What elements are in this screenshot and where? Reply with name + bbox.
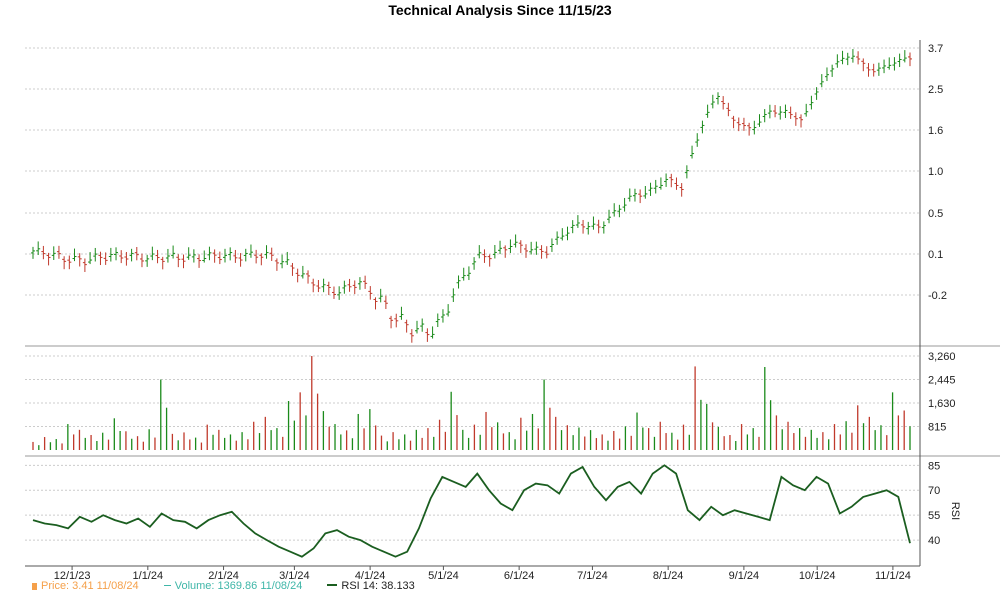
volume-swatch-icon <box>163 585 171 586</box>
rsi-axis-label: RSI <box>949 502 961 520</box>
price-tick-label: 1.6 <box>928 125 943 137</box>
price-tick-label: -0.2 <box>928 290 947 302</box>
volume-tick-label: 2,445 <box>928 375 956 387</box>
volume-tick-label: 1,630 <box>928 398 956 410</box>
price-tick-label: 0.5 <box>928 208 943 220</box>
rsi-series <box>32 464 911 558</box>
rsi-tick-label: 55 <box>928 510 940 522</box>
price-tick-label: 2.5 <box>928 84 943 96</box>
grid-layer <box>25 47 1000 541</box>
rsi-tick-label: 70 <box>928 485 940 497</box>
x-tick-label: 8/1/24 <box>653 570 684 582</box>
legend-volume: Volume: 1369.86 11/08/24 <box>163 580 303 592</box>
legend-price-label: Price: 3.41 11/08/24 <box>41 580 139 592</box>
price-series <box>31 49 912 343</box>
legend-rsi: RSI 14: 38.133 <box>327 580 415 592</box>
legend-price: Price: 3.41 11/08/24 <box>32 580 139 592</box>
volume-tick-label: 3,260 <box>928 351 956 363</box>
price-tick-label: 1.0 <box>928 166 943 178</box>
rsi-tick-label: 85 <box>928 460 940 472</box>
price-tick-label: 0.1 <box>928 249 943 261</box>
legend: Price: 3.41 11/08/24 Volume: 1369.86 11/… <box>32 580 437 592</box>
rsi-swatch-icon <box>327 584 338 586</box>
x-tick-label: 6/1/24 <box>504 570 535 582</box>
legend-volume-label: Volume: 1369.86 11/08/24 <box>174 580 303 592</box>
legend-rsi-label: RSI 14: 38.133 <box>341 580 415 592</box>
rsi-line <box>32 464 911 558</box>
x-tick-label: 7/1/24 <box>577 570 608 582</box>
volume-tick-label: 815 <box>928 422 946 434</box>
axis-layer: 3.72.51.61.00.50.1-0.212/1/23 1/1/24 2/1/2… <box>25 40 961 582</box>
x-tick-label: 9/1/24 <box>729 570 760 582</box>
price-swatch-icon <box>32 583 37 590</box>
x-tick-label: 11/1/24 <box>875 570 911 582</box>
rsi-tick-label: 40 <box>928 535 940 547</box>
x-tick-label: 10/1/24 <box>799 570 836 582</box>
price-tick-label: 3.7 <box>928 43 943 55</box>
chart-canvas: 3.72.51.61.00.50.1-0.212/1/23 1/1/24 2/1/2… <box>25 40 1000 582</box>
